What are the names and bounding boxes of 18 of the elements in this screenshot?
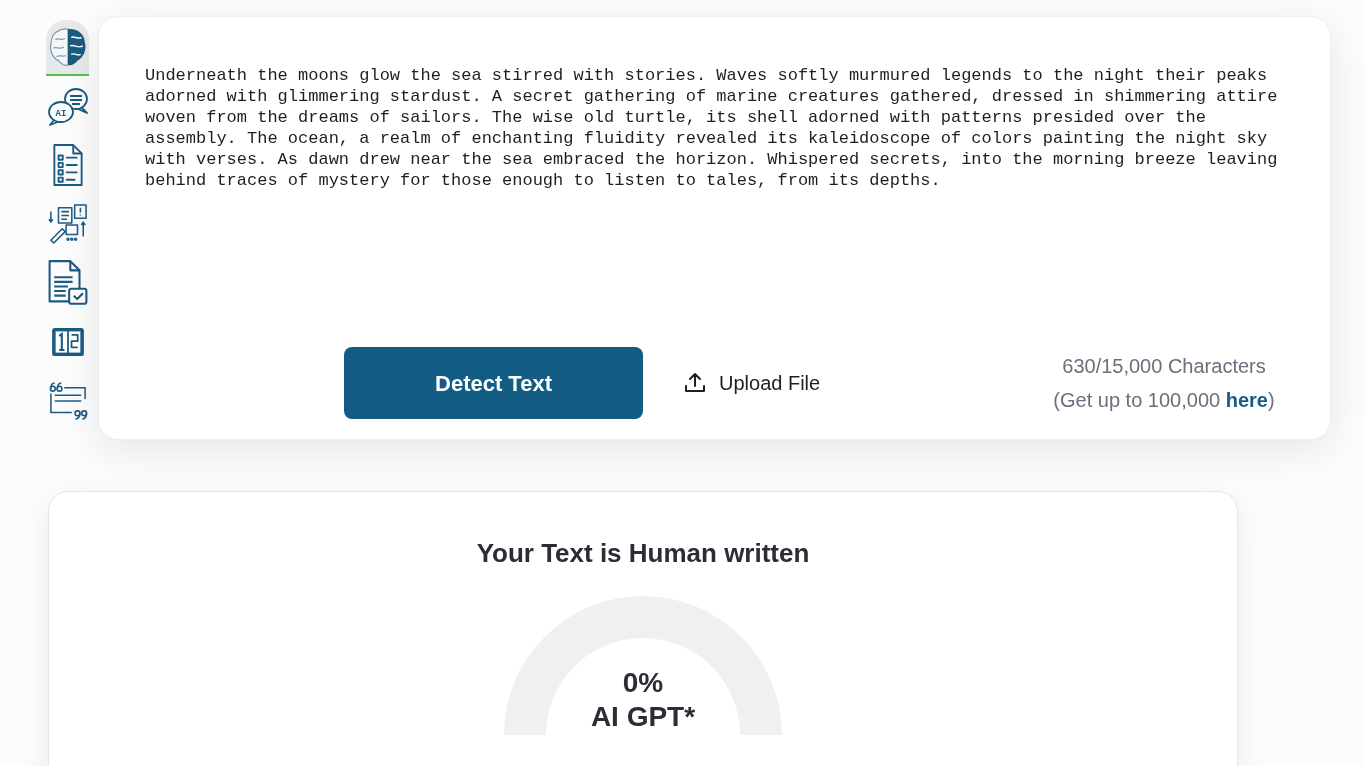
upgrade-note: (Get up to 100,000 here): [1053, 388, 1275, 413]
document-check-icon: [46, 260, 89, 306]
character-count: 630/15,000 Characters: [1062, 354, 1266, 379]
detect-text-button[interactable]: Detect Text: [344, 347, 643, 419]
upload-file-label: Upload File: [719, 371, 821, 396]
sidebar-item[interactable]: [46, 20, 89, 76]
checklist-document-icon: [52, 144, 83, 186]
upgrade-link[interactable]: here: [1225, 389, 1268, 411]
upload-file-button[interactable]: Upload File: [683, 368, 821, 398]
text-input-field[interactable]: Underneath the moons glow the sea stirred with stories. Waves softly murmured legends to the night their peaks adorned with glimmering stardust. A secret gathering of marine creatures gathered, dressed in shimmering attire woven from the dreams of sailors. The wise old turtle, its shell adorned with patterns presided over the assembly. The ocean, a realm of enchanting fluidity revealed its kaleidoscope of colors painting the night sky with verses. As dawn drew near the sea embraced the horizon. Whispered secrets, into the morning breeze leaving behind traces of mystery for those enough to listen to tales, from its depths.: [145, 65, 1288, 335]
sidebar-item[interactable]: AI: [46, 79, 89, 135]
flowchart-pencil-icon: [46, 204, 89, 244]
upload-icon: [683, 371, 707, 395]
result-title: Your Text is Human written: [476, 537, 810, 569]
gauge-label: AI GPT*: [590, 700, 696, 734]
brain-icon: [47, 27, 88, 67]
number-tile-icon: [49, 327, 86, 357]
gauge-value: 0%: [622, 666, 664, 700]
